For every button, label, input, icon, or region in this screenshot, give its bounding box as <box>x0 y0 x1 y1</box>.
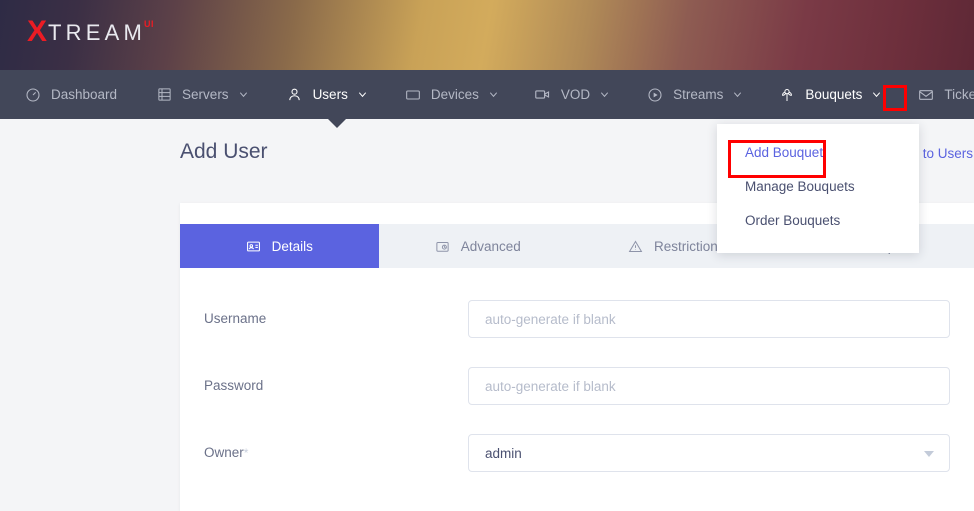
password-input[interactable] <box>468 367 950 405</box>
logo-superscript: UI <box>144 19 155 29</box>
dropdown-item-manage-bouquets[interactable]: Manage Bouquets <box>717 170 919 204</box>
nav-item-users[interactable]: Users <box>284 70 371 119</box>
nav-label-users: Users <box>312 86 348 102</box>
nav-label-servers: Servers <box>182 86 229 102</box>
owner-select-value: admin <box>485 445 522 461</box>
bouquets-dropdown-menu: Add Bouquet Manage Bouquets Order Bouque… <box>717 124 919 253</box>
nav-label-dashboard: Dashboard <box>51 86 118 102</box>
chevron-down-icon[interactable] <box>487 88 500 101</box>
username-input[interactable] <box>468 300 950 338</box>
nav-item-streams[interactable]: Streams <box>644 70 746 119</box>
nav-label-bouquets: Bouquets <box>805 86 863 102</box>
chevron-down-icon[interactable] <box>356 88 369 101</box>
main-navigation: Dashboard Servers Users Devices VOD Stre… <box>0 70 974 119</box>
bouquets-nav-caret[interactable] <box>870 88 883 101</box>
nav-item-tickets[interactable]: Tickets <box>915 70 974 119</box>
form-row-owner: Owner* admin <box>204 434 950 472</box>
nav-label-tickets: Tickets <box>944 86 974 102</box>
play-icon <box>646 86 664 104</box>
brand-header: X TREAM UI <box>0 0 974 70</box>
logo-wordmark: TREAM <box>48 20 147 45</box>
tab-details[interactable]: Details <box>180 224 379 268</box>
nav-item-dashboard[interactable]: Dashboard <box>22 70 119 119</box>
user-icon <box>286 86 304 104</box>
gauge-icon <box>24 86 42 104</box>
nav-item-bouquets[interactable]: Bouquets <box>776 70 885 119</box>
chevron-down-icon <box>924 451 934 457</box>
nav-label-vod: VOD <box>560 86 591 102</box>
tab-advanced[interactable]: Advanced <box>379 224 578 268</box>
required-indicator: * <box>243 445 249 460</box>
dropdown-item-add-bouquet[interactable]: Add Bouquet <box>717 136 919 170</box>
dropdown-item-order-bouquets[interactable]: Order Bouquets <box>717 204 919 238</box>
form-row-password: Password <box>204 367 950 405</box>
label-owner: Owner* <box>204 445 468 461</box>
video-icon <box>534 86 552 104</box>
tab-label-restrictions: Restrictions <box>653 238 725 254</box>
nav-item-servers[interactable]: Servers <box>153 70 252 119</box>
chevron-down-icon[interactable] <box>598 88 611 101</box>
label-username: Username <box>204 310 267 326</box>
bouquet-icon <box>778 86 796 104</box>
envelope-icon <box>917 86 935 104</box>
control-username <box>468 300 950 338</box>
active-nav-pointer <box>328 119 346 128</box>
control-password <box>468 367 950 405</box>
logo-x-mark: X <box>27 15 48 48</box>
device-icon <box>404 86 422 104</box>
warning-icon <box>628 238 644 254</box>
tab-label-details: Details <box>271 238 313 254</box>
server-icon <box>155 86 173 104</box>
control-owner: admin <box>468 434 950 472</box>
label-owner-text: Owner <box>204 444 244 460</box>
chevron-down-icon[interactable] <box>237 88 250 101</box>
owner-select[interactable]: admin <box>468 434 950 472</box>
nav-label-streams: Streams <box>673 86 724 102</box>
chevron-down-icon[interactable] <box>731 88 744 101</box>
tab-label-advanced: Advanced <box>460 238 521 254</box>
nav-label-devices: Devices <box>430 86 479 102</box>
add-user-form: Username Password Owner* admin <box>180 268 974 511</box>
xtream-logo[interactable]: X TREAM UI <box>27 17 154 47</box>
nav-item-devices[interactable]: Devices <box>402 70 502 119</box>
form-row-username: Username <box>204 300 950 338</box>
nav-item-vod[interactable]: VOD <box>532 70 613 119</box>
settings-icon <box>435 238 451 254</box>
label-password: Password <box>204 377 264 393</box>
id-card-icon <box>246 238 262 254</box>
